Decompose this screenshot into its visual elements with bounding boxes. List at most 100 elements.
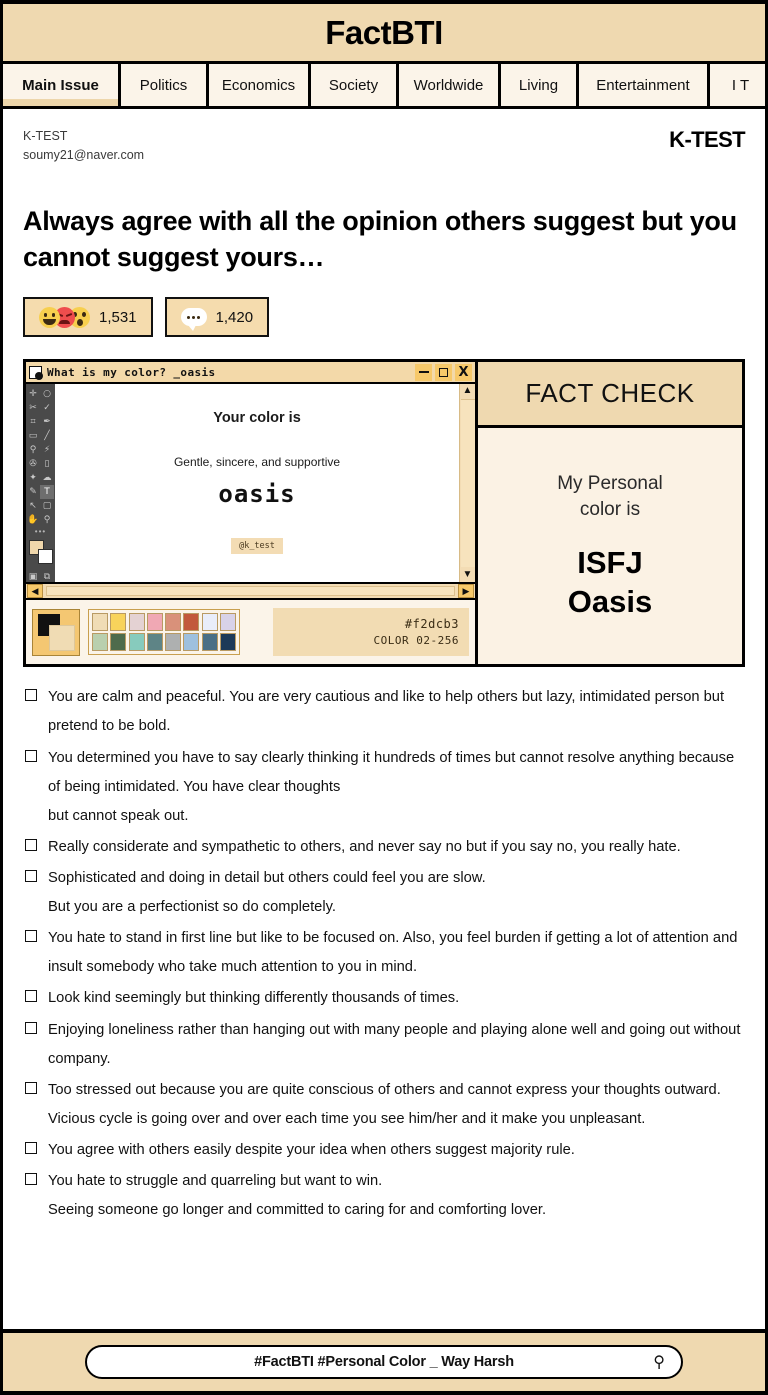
app-icon — [29, 365, 43, 380]
watermark-badge: @k_test — [231, 538, 283, 555]
toolbox-tool-icon-6[interactable]: ▭ — [26, 429, 40, 443]
trait-list-item: You agree with others easily despite you… — [25, 1136, 743, 1165]
window-buttons: X — [415, 363, 472, 381]
checkbox-icon[interactable] — [25, 1142, 37, 1155]
toolbox-tool-icon-17[interactable]: ▢ — [40, 499, 54, 513]
color-swatch-13[interactable] — [183, 633, 200, 652]
toolbox-tool-icon-1[interactable]: ○ — [40, 387, 54, 401]
checkbox-icon[interactable] — [25, 689, 37, 702]
maximize-button[interactable] — [435, 363, 452, 381]
color-swatch-14[interactable] — [201, 633, 218, 652]
toolbox-tool-icon-18[interactable]: ✋ — [26, 513, 40, 527]
horizontal-scroll-thumb[interactable] — [46, 586, 455, 597]
toolbox-tool-icon-14[interactable]: ✎ — [26, 485, 40, 499]
toolbox-tool-icon-13[interactable]: ☁ — [40, 471, 54, 485]
color-code: COLOR 02-256 — [373, 634, 459, 648]
background-color[interactable] — [49, 624, 75, 651]
fact-check-panel: FACT CHECK My Personal color is ISFJ Oas… — [478, 362, 742, 665]
checkbox-icon[interactable] — [25, 870, 37, 883]
nav-tab-entertainment[interactable]: Entertainment — [579, 64, 710, 106]
page-title: Always agree with all the opinion others… — [23, 205, 737, 272]
scroll-up-icon[interactable]: ▲ — [463, 384, 473, 398]
trait-list-item: You hate to stand in first line but like… — [25, 924, 743, 982]
toolbox-background[interactable] — [38, 549, 53, 565]
nav-tab-i-t[interactable]: I T — [710, 64, 765, 106]
brand-logo: K-TEST — [669, 127, 745, 152]
toolbox-tool-icon-3[interactable]: ✓ — [40, 401, 54, 415]
nav-tab-label: Worldwide — [413, 76, 484, 94]
color-swatch-7[interactable] — [219, 613, 236, 632]
color-swatch-11[interactable] — [146, 633, 163, 652]
color-swatch-3[interactable] — [146, 613, 163, 632]
minimize-button[interactable] — [415, 363, 432, 381]
horizontal-scrollbar[interactable]: ◀ ▶ — [26, 582, 475, 599]
nav-tab-worldwide[interactable]: Worldwide — [399, 64, 501, 106]
nav-tab-label: Living — [518, 76, 559, 94]
page-root: FactBTI Main Issue Politics Economics Socie… — [0, 0, 768, 1395]
toolbox-tool-icon-12[interactable]: ✦ — [26, 471, 40, 485]
toolbox-tool-icon-8[interactable]: ⚲ — [26, 443, 40, 457]
color-swatch-10[interactable] — [128, 633, 145, 652]
color-swatch-12[interactable] — [165, 633, 181, 652]
byline-row: K-TEST soumy21@naver.com K-TEST — [23, 127, 746, 165]
toolbox-tool-icon-15[interactable]: T — [40, 485, 54, 500]
hex-readout-panel: #f2dcb3 COLOR 02-256 — [273, 608, 469, 657]
comment-bubble-icon — [180, 308, 207, 332]
search-icon[interactable]: ⚲ — [653, 1352, 665, 1372]
foreground-background-swatch[interactable] — [32, 608, 80, 656]
nav-tab-main-issue[interactable]: Main Issue — [3, 64, 121, 106]
toolbox-tool-icon-16[interactable]: ↖ — [26, 499, 40, 513]
trait-list-item-text: Enjoying loneliness rather than hanging … — [48, 1021, 741, 1067]
toolbox-tool-icon-19[interactable]: ⚲ — [40, 513, 54, 527]
checkbox-icon[interactable] — [25, 838, 37, 851]
color-swatch-8[interactable] — [92, 633, 108, 652]
toolbox-tool-icon-7[interactable]: ╱ — [40, 429, 54, 443]
color-swatch-15[interactable] — [219, 633, 236, 652]
emoji-reaction-button[interactable]: 1,531 — [23, 297, 153, 338]
color-swatch-5[interactable] — [183, 613, 200, 632]
vertical-scroll-thumb[interactable] — [460, 399, 475, 568]
canvas-subtitle: Gentle, sincere, and supportive — [173, 455, 341, 470]
checkbox-icon[interactable] — [25, 930, 37, 943]
checkbox-icon[interactable] — [25, 749, 37, 762]
nav-tab-politics[interactable]: Politics — [121, 64, 209, 106]
nav-tab-label: Politics — [139, 76, 188, 94]
nav-tab-society[interactable]: Society — [311, 64, 399, 106]
color-swatch-0[interactable] — [92, 613, 108, 632]
scroll-right-icon[interactable]: ▶ — [458, 584, 474, 599]
vertical-scrollbar[interactable]: ▲ ▼ — [459, 384, 475, 583]
color-swatch-1[interactable] — [110, 613, 127, 632]
toolbox-tool-icon-5[interactable]: ✒ — [40, 415, 54, 429]
toolbox-tool-icon-4[interactable]: ⌗ — [26, 415, 40, 429]
close-button[interactable]: X — [455, 363, 472, 381]
byline: K-TEST soumy21@naver.com — [23, 127, 144, 165]
color-swatch-2[interactable] — [128, 613, 145, 632]
window-titlebar[interactable]: What is my color? _oasis X — [26, 362, 475, 385]
fact-check-lead-line1: My Personal — [557, 472, 663, 494]
media-block: What is my color? _oasis X ✛ ○ ✂ ✓ ⌗ ✒ ▭ ╱ ⚲ ⚡ ✇ ▯ ✦… — [23, 359, 745, 668]
search-input[interactable]: #FactBTI #Personal Color _ Way Harsh ⚲ — [85, 1345, 683, 1379]
toolbox-tool-icon-10[interactable]: ✇ — [26, 457, 40, 471]
color-swatch-4[interactable] — [165, 613, 181, 632]
nav-tab-living[interactable]: Living — [501, 64, 579, 106]
scroll-left-icon[interactable]: ◀ — [27, 584, 43, 599]
canvas-heading: Your color is — [213, 410, 301, 427]
trait-list-item-text: Sophisticated and doing in detail but ot… — [48, 870, 486, 916]
nav-tab-economics[interactable]: Economics — [209, 64, 311, 106]
checkbox-icon[interactable] — [25, 1081, 37, 1094]
comment-button[interactable]: 1,420 — [164, 297, 270, 338]
toolbox-tool-icon-0[interactable]: ✛ — [26, 387, 40, 401]
comment-count: 1,420 — [215, 308, 254, 326]
color-swatch-6[interactable] — [201, 613, 218, 632]
toolbox-color-swatch[interactable] — [29, 538, 55, 568]
checkbox-icon[interactable] — [25, 1173, 37, 1186]
color-swatch-9[interactable] — [110, 633, 127, 652]
checkbox-icon[interactable] — [25, 1021, 37, 1034]
checkbox-icon[interactable] — [25, 990, 37, 1003]
trait-list: You are calm and peaceful. You are very … — [3, 667, 765, 1225]
toolbox-tool-icon-9[interactable]: ⚡ — [40, 443, 54, 457]
color-swatch-grid — [88, 609, 240, 656]
scroll-down-icon[interactable]: ▼ — [463, 568, 473, 582]
toolbox-tool-icon-11[interactable]: ▯ — [40, 457, 54, 471]
toolbox-tool-icon-2[interactable]: ✂ — [26, 401, 40, 415]
